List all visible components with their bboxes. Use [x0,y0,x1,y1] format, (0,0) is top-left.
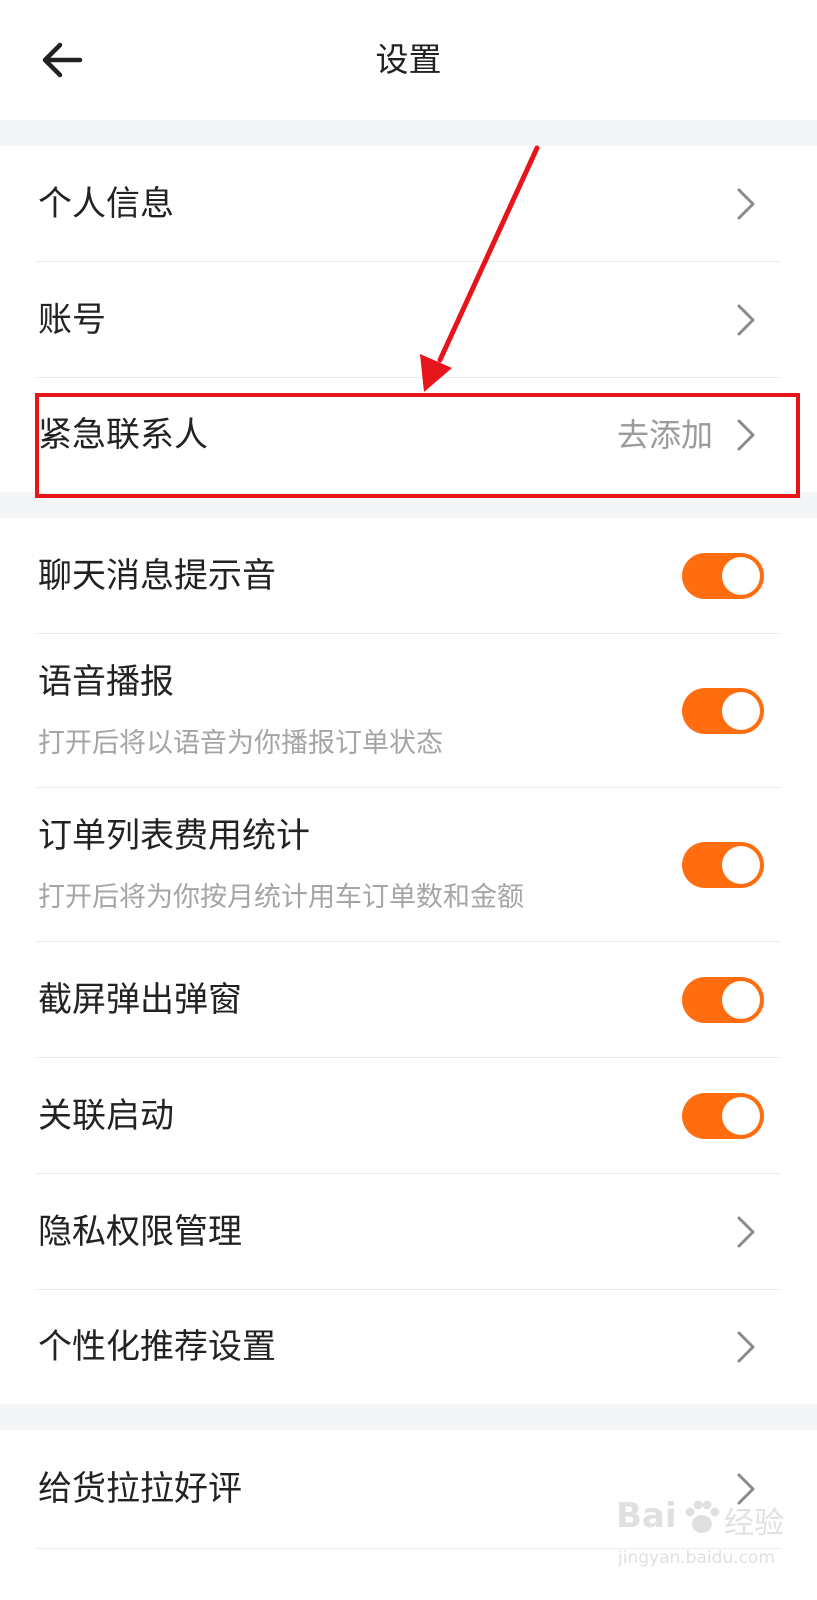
toggle-knob [722,557,760,595]
screenshot-popup-toggle[interactable] [682,977,764,1023]
settings-item-label: 账号 [38,300,106,340]
order-cost-stats-toggle[interactable] [682,842,764,888]
chevron-right-icon [737,1473,755,1505]
section-gap [0,1404,817,1430]
chevron-right-icon [737,1216,755,1248]
settings-item-label: 个人信息 [38,184,174,224]
chevron-right-icon [737,419,755,451]
emergency-contact-add-link[interactable]: 去添加 [617,413,713,457]
settings-item-label: 语音播报 [38,662,174,702]
section-gap [0,120,817,146]
settings-item-order-cost-stats: 订单列表费用统计 打开后将为你按月统计用车订单数和金额 [0,788,817,942]
settings-item-emergency-contact[interactable]: 紧急联系人 去添加 [0,378,817,492]
settings-item-label: 紧急联系人 [38,415,208,455]
toggle-knob [722,1097,760,1135]
settings-item-chat-sound: 聊天消息提示音 [0,518,817,634]
settings-item-description: 打开后将为你按月统计用车订单数和金额 [38,882,524,913]
chevron-right-icon [737,188,755,220]
settings-item-label: 隐私权限管理 [38,1212,242,1252]
top-app-bar: 设置 [0,0,817,120]
settings-item-linked-launch: 关联启动 [0,1058,817,1174]
linked-launch-toggle[interactable] [682,1093,764,1139]
toggle-knob [722,692,760,730]
settings-item-personalized-recommendations[interactable]: 个性化推荐设置 [0,1290,817,1404]
settings-item-privacy-permissions[interactable]: 隐私权限管理 [0,1174,817,1290]
settings-item-description: 打开后将以语音为你播报订单状态 [38,728,443,759]
section-gap [0,492,817,518]
settings-item-label: 截屏弹出弹窗 [38,980,242,1020]
account-section: 个人信息 账号 紧急联系人 去添加 [0,146,817,492]
settings-item-screenshot-popup: 截屏弹出弹窗 [0,942,817,1058]
chevron-right-icon [737,304,755,336]
settings-item-voice-broadcast: 语音播报 打开后将以语音为你播报订单状态 [0,634,817,788]
settings-item-label: 给货拉拉好评 [38,1469,242,1509]
toggle-section: 聊天消息提示音 语音播报 打开后将以语音为你播报订单状态 订单列表费用统计 打开… [0,518,817,1404]
toggle-knob [722,846,760,884]
chevron-right-icon [737,1331,755,1363]
settings-item-rate-app[interactable]: 给货拉拉好评 [0,1430,817,1548]
page-title: 设置 [375,40,442,79]
settings-item-personal-info[interactable]: 个人信息 [0,146,817,262]
divider [36,1548,781,1549]
settings-item-label: 个性化推荐设置 [38,1327,276,1367]
voice-broadcast-toggle[interactable] [682,688,764,734]
settings-item-label: 关联启动 [38,1096,174,1136]
feedback-section: 给货拉拉好评 [0,1430,817,1600]
settings-item-label: 订单列表费用统计 [38,816,310,856]
chat-sound-toggle[interactable] [682,553,764,599]
settings-item-label: 聊天消息提示音 [38,556,276,596]
settings-item-account[interactable]: 账号 [0,262,817,378]
toggle-knob [722,981,760,1019]
